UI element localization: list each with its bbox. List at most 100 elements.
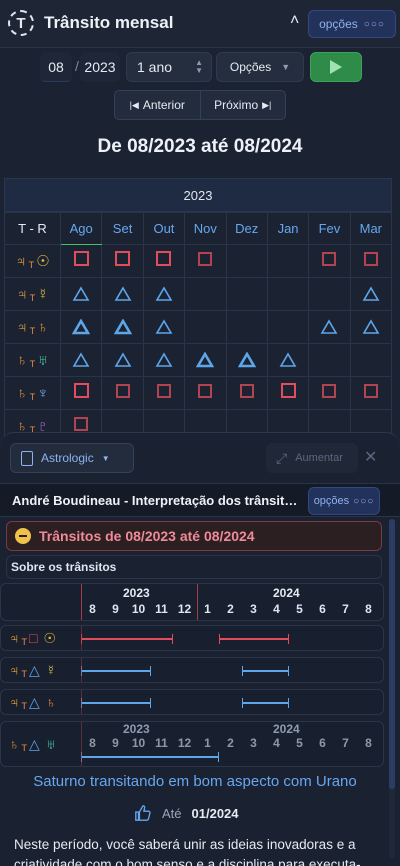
astrologic-label: Astrologic bbox=[41, 451, 94, 465]
month-input[interactable]: 08 bbox=[40, 52, 72, 82]
period-select[interactable]: 1 ano ▲ ▼ bbox=[126, 52, 212, 82]
square-aspect-icon[interactable] bbox=[198, 251, 213, 266]
square-aspect-icon[interactable] bbox=[73, 251, 89, 266]
square-aspect-icon[interactable] bbox=[322, 383, 337, 398]
transit-period-bar[interactable] bbox=[219, 634, 289, 644]
thumbs-up-icon[interactable] bbox=[134, 804, 152, 822]
square-aspect-icon[interactable] bbox=[74, 416, 89, 431]
transit-period-bar[interactable] bbox=[242, 666, 289, 676]
aspect-cell[interactable] bbox=[101, 376, 144, 410]
aspect-cell[interactable] bbox=[266, 376, 310, 410]
trine-aspect-icon[interactable] bbox=[279, 352, 297, 368]
aspect-cell[interactable] bbox=[101, 310, 144, 344]
square-aspect-icon[interactable] bbox=[115, 251, 131, 266]
trine-aspect-icon[interactable] bbox=[114, 286, 132, 302]
month-header: Set bbox=[101, 212, 144, 245]
app-logo-icon: T bbox=[8, 10, 34, 36]
aspect-cell[interactable] bbox=[142, 277, 186, 311]
transit-period-bar[interactable] bbox=[242, 698, 289, 708]
trine-aspect-icon[interactable] bbox=[320, 319, 338, 335]
aspect-cell[interactable] bbox=[101, 343, 144, 377]
square-aspect-icon[interactable] bbox=[239, 383, 254, 398]
aspect-cell[interactable] bbox=[101, 244, 144, 278]
aspect-cell[interactable] bbox=[184, 376, 227, 410]
aspect-cell[interactable] bbox=[225, 343, 268, 377]
aspect-cell[interactable] bbox=[308, 376, 351, 410]
aspect-cell[interactable] bbox=[266, 343, 310, 377]
expand-button[interactable]: ⤢ Aumentar bbox=[266, 443, 358, 473]
aspect-cell[interactable] bbox=[349, 277, 393, 311]
about-transits[interactable]: Sobre os trânsitos bbox=[6, 555, 382, 579]
trine-aspect-icon[interactable] bbox=[114, 352, 132, 368]
play-button[interactable] bbox=[310, 52, 362, 82]
aspect-cell[interactable] bbox=[101, 277, 144, 311]
aspect-cell[interactable] bbox=[142, 310, 186, 344]
trine-aspect-icon[interactable] bbox=[155, 286, 173, 302]
options-select[interactable]: Opções ▼ bbox=[216, 52, 304, 82]
timeline-row[interactable]: ♄ T △ ♅ 2023 2024 8 9 10 11 12 1 2 3 4 5 6 7 8 bbox=[0, 721, 384, 767]
trine-aspect-icon[interactable] bbox=[237, 351, 256, 368]
timeline-transit-label: ♃ T □ ☉ bbox=[9, 630, 57, 647]
aspect-cell[interactable] bbox=[349, 310, 393, 344]
previous-button[interactable]: |◀ Anterior bbox=[115, 91, 200, 119]
options-button[interactable]: opções ○○○ bbox=[308, 10, 396, 38]
aspect-cell[interactable] bbox=[59, 343, 103, 377]
trine-aspect-icon[interactable] bbox=[155, 352, 173, 368]
square-aspect-icon[interactable] bbox=[115, 383, 130, 398]
aspect-cell[interactable] bbox=[59, 310, 103, 344]
trine-aspect-icon[interactable] bbox=[155, 319, 173, 335]
timeline-month: 7 bbox=[342, 736, 349, 750]
timeline-month: 8 bbox=[89, 602, 96, 616]
trine-aspect-icon[interactable] bbox=[72, 352, 90, 368]
transit-period-bar[interactable] bbox=[81, 698, 151, 708]
timeline-transit-label: ♄ T △ ♅ bbox=[9, 736, 57, 753]
radix-planet-icon: ♆ bbox=[37, 384, 49, 402]
trine-aspect-icon[interactable] bbox=[196, 351, 215, 368]
planet-pair-label: ♃ T ☿ bbox=[4, 277, 61, 311]
trine-aspect-icon[interactable] bbox=[362, 286, 380, 302]
timeline-row[interactable]: ♃ T △ ☿ bbox=[0, 657, 384, 683]
panel-content: Trânsitos de 08/2023 até 08/2024 Sobre o… bbox=[0, 517, 390, 866]
transit-period-bar[interactable] bbox=[81, 666, 151, 676]
square-aspect-icon[interactable] bbox=[198, 383, 213, 398]
close-icon[interactable]: ✕ bbox=[364, 447, 377, 467]
trine-aspect-icon[interactable] bbox=[72, 286, 90, 302]
square-aspect-icon[interactable] bbox=[363, 383, 378, 398]
timeline-row[interactable]: ♃ T △ ♄ bbox=[0, 689, 384, 715]
aspect-cell[interactable] bbox=[308, 310, 351, 344]
aspect-cell[interactable] bbox=[349, 244, 393, 278]
transits-collapse-header[interactable]: Trânsitos de 08/2023 até 08/2024 bbox=[6, 521, 382, 551]
square-aspect-icon[interactable] bbox=[363, 251, 378, 266]
square-aspect-icon[interactable] bbox=[280, 383, 296, 398]
year-input[interactable]: 2023 bbox=[80, 52, 120, 82]
square-aspect-icon[interactable] bbox=[156, 383, 171, 398]
aspect-cell[interactable] bbox=[142, 343, 186, 377]
aspect-cell[interactable] bbox=[142, 376, 186, 410]
trine-aspect-icon[interactable] bbox=[72, 318, 91, 335]
square-aspect-icon[interactable] bbox=[156, 251, 172, 266]
aspect-cell bbox=[225, 277, 268, 311]
aspect-cell[interactable] bbox=[142, 244, 186, 278]
astrologic-dropdown[interactable]: Astrologic ▼ bbox=[10, 443, 134, 473]
aspect-cell[interactable] bbox=[225, 376, 268, 410]
transit-period-bar[interactable] bbox=[81, 752, 219, 762]
square-aspect-icon[interactable] bbox=[322, 251, 337, 266]
next-button[interactable]: Próximo ▶| bbox=[199, 91, 286, 119]
aspect-cell[interactable] bbox=[184, 244, 227, 278]
transit-period-bar[interactable] bbox=[81, 634, 173, 644]
aspect-cell[interactable] bbox=[59, 277, 103, 311]
trine-aspect-icon[interactable] bbox=[113, 318, 132, 335]
aspect-cell[interactable] bbox=[349, 376, 393, 410]
aspect-cell[interactable] bbox=[308, 244, 351, 278]
collapse-chevron-icon[interactable]: ˄ bbox=[290, 12, 299, 30]
trine-aspect-icon[interactable] bbox=[362, 319, 380, 335]
timeline-month: 11 bbox=[155, 602, 168, 616]
aspect-cell[interactable] bbox=[59, 244, 103, 278]
panel-options-button[interactable]: opções ○○○ bbox=[308, 487, 380, 515]
timeline-row[interactable]: ♃ T □ ☉ bbox=[0, 625, 384, 651]
period-navigation: |◀ Anterior Próximo ▶| bbox=[114, 90, 286, 120]
aspect-cell[interactable] bbox=[59, 376, 103, 410]
timeline-transit-label: ♃ T △ ☿ bbox=[9, 662, 57, 679]
square-aspect-icon[interactable] bbox=[73, 383, 89, 398]
aspect-cell[interactable] bbox=[184, 343, 227, 377]
